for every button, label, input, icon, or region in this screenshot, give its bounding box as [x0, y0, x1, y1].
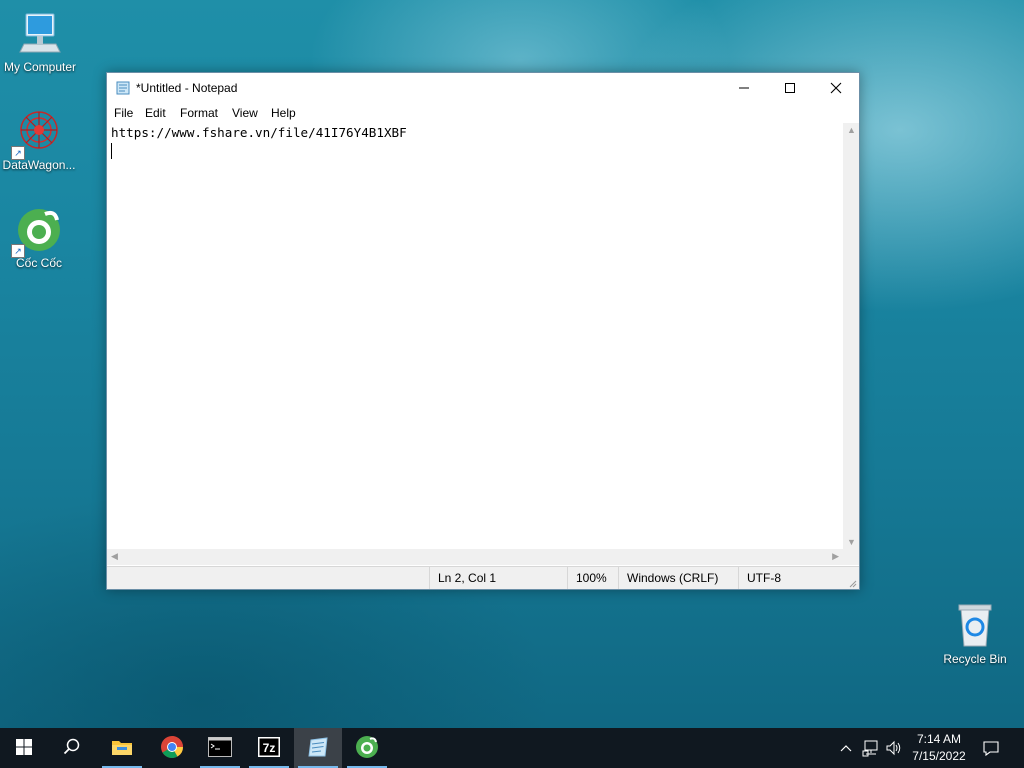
chevron-up-icon	[840, 745, 852, 752]
desktop-icon-my-computer[interactable]: My Computer	[0, 10, 80, 74]
vertical-scrollbar[interactable]: ▲ ▼	[843, 123, 859, 549]
terminal-icon	[208, 736, 232, 760]
taskbar-terminal[interactable]	[196, 728, 244, 768]
my-computer-icon	[16, 10, 64, 58]
volume-icon	[886, 740, 901, 756]
notepad-window[interactable]: *Untitled - Notepad File Edit Format Vie…	[106, 72, 860, 590]
close-button[interactable]	[813, 73, 859, 103]
title-bar[interactable]: *Untitled - Notepad	[107, 73, 859, 103]
desktop-icon-coccoc[interactable]: ↗ Cốc Cốc	[0, 206, 79, 270]
notepad-icon	[116, 80, 131, 95]
desktop-icon-datawagon[interactable]: ↗ DataWagon...	[0, 108, 79, 172]
clock-date: 7/15/2022	[912, 749, 966, 763]
scroll-down-icon[interactable]: ▼	[847, 537, 856, 547]
show-hidden-icons-button[interactable]	[838, 740, 854, 756]
recycle-bin-icon	[951, 602, 999, 650]
menu-view[interactable]: View	[232, 106, 258, 120]
status-zoom: 100%	[567, 567, 618, 589]
file-explorer-icon	[111, 738, 133, 759]
network-button[interactable]	[862, 739, 880, 757]
search-icon	[63, 738, 81, 759]
notification-icon	[983, 741, 999, 757]
coccoc-browser-icon: ↗	[11, 206, 63, 258]
taskbar-chrome[interactable]	[148, 728, 196, 768]
volume-button[interactable]	[885, 739, 903, 757]
status-encoding: UTF-8	[738, 567, 843, 589]
status-position: Ln 2, Col 1	[429, 567, 567, 589]
desktop-icon-label: Recycle Bin	[943, 652, 1007, 666]
taskbar-7zip[interactable]: 7z	[245, 728, 293, 768]
7zip-icon: 7z	[258, 736, 280, 760]
network-icon	[862, 740, 878, 757]
desktop-icon-label: DataWagon...	[2, 158, 76, 172]
scroll-left-icon[interactable]: ◀	[111, 551, 118, 562]
taskbar: 7z 7:14 AM 7/15/2022	[0, 728, 1024, 768]
window-title: *Untitled - Notepad	[136, 81, 238, 95]
menu-file[interactable]: File	[114, 106, 133, 120]
minimize-button[interactable]	[721, 73, 767, 103]
desktop-icon-label: Cốc Cốc	[15, 256, 62, 270]
datawagon-icon: ↗	[11, 108, 63, 160]
taskbar-coccoc[interactable]	[343, 728, 391, 768]
start-button[interactable]	[0, 728, 48, 768]
resize-grip-icon[interactable]	[847, 577, 857, 588]
shortcut-arrow-icon: ↗	[11, 146, 25, 160]
scrollbar-corner	[843, 549, 859, 565]
notepad-icon	[307, 736, 329, 761]
desktop-icon-label: My Computer	[3, 60, 77, 74]
text-caret	[111, 143, 112, 159]
menu-edit[interactable]: Edit	[145, 106, 166, 120]
desktop-icon-recycle-bin[interactable]: Recycle Bin	[935, 602, 1015, 666]
status-line-ending: Windows (CRLF)	[618, 567, 738, 589]
menu-help[interactable]: Help	[271, 106, 296, 120]
scroll-up-icon[interactable]: ▲	[847, 125, 856, 135]
scroll-right-icon[interactable]: ▶	[832, 551, 839, 562]
clock-time: 7:14 AM	[916, 732, 962, 746]
maximize-button[interactable]	[767, 73, 813, 103]
chrome-icon	[160, 735, 184, 762]
start-windows-icon	[16, 738, 32, 758]
status-bar: Ln 2, Col 1 100% Windows (CRLF) UTF-8	[107, 566, 859, 589]
shortcut-arrow-icon: ↗	[11, 244, 25, 258]
horizontal-scrollbar[interactable]: ◀ ▶	[107, 549, 843, 565]
coccoc-icon	[355, 735, 379, 762]
svg-text:7z: 7z	[263, 741, 276, 755]
text-editor[interactable]: https://www.fshare.vn/file/41I76Y4B1XBF	[107, 123, 843, 549]
menu-format[interactable]: Format	[180, 106, 218, 120]
editor-content: https://www.fshare.vn/file/41I76Y4B1XBF	[111, 125, 407, 140]
taskbar-file-explorer[interactable]	[98, 728, 146, 768]
clock[interactable]: 7:14 AM 7/15/2022	[904, 728, 974, 768]
notifications-button[interactable]	[982, 739, 1000, 757]
taskbar-notepad[interactable]	[294, 728, 342, 768]
menu-bar: File Edit Format View Help	[107, 103, 859, 123]
search-button[interactable]	[48, 728, 96, 768]
